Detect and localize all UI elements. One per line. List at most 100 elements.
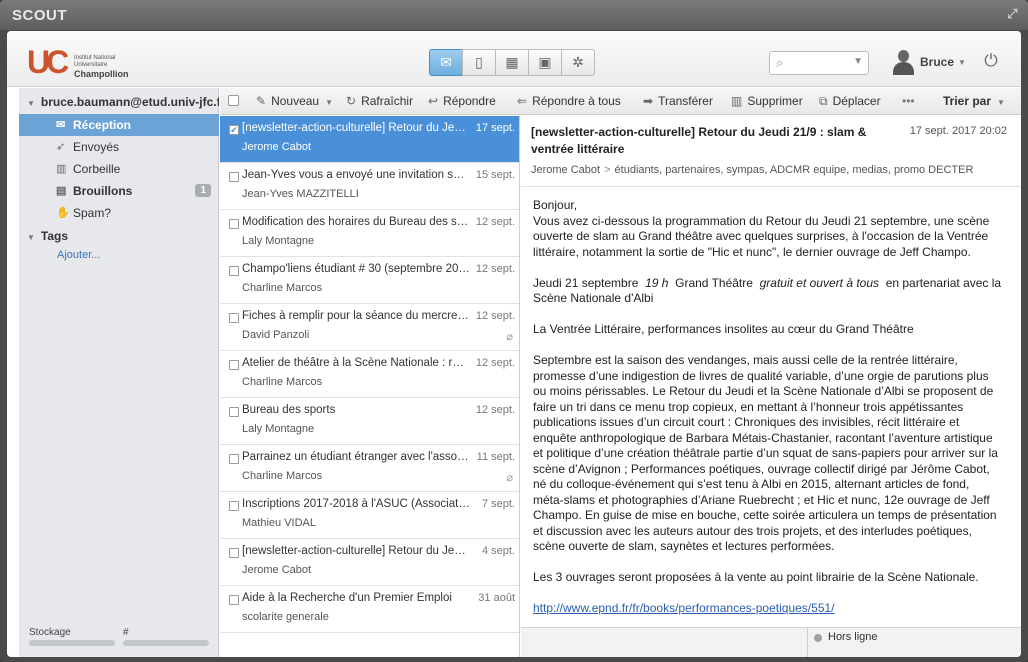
message-date: 12 sept. <box>475 263 515 275</box>
sidebar-item-sent[interactable]: ➶ Envoyés <box>19 136 219 158</box>
account-email: bruce.baumann@etud.univ-jfc.fr <box>40 95 219 109</box>
add-tag-link[interactable]: Ajouter... <box>57 249 100 261</box>
sidebar-item-drafts[interactable]: ▤ Brouillons 1 <box>19 180 219 202</box>
message-sender: Charline Marcos <box>242 282 323 294</box>
message-checkbox[interactable] <box>229 407 239 417</box>
account-header[interactable]: ▼ bruce.baumann@etud.univ-jfc.fr <box>19 92 219 112</box>
body-paragraph: La Ventrée Littéraire, performances inso… <box>533 322 914 336</box>
message-row[interactable]: [newsletter-action-culturelle] Retour du… <box>220 539 519 586</box>
message-subject: Atelier de théâtre à la Scène Nationale … <box>242 357 470 369</box>
expand-icon[interactable]: ⤢ <box>1007 6 1018 22</box>
storage-bar <box>29 640 115 646</box>
sidebar-item-trash[interactable]: ▥ Corbeille <box>19 158 219 180</box>
avatar <box>890 49 916 75</box>
message-checkbox[interactable] <box>229 266 239 276</box>
message-checkbox[interactable]: ✔ <box>229 125 239 135</box>
power-icon[interactable]: ⏻ <box>980 51 1002 73</box>
pencil-icon: ✎ <box>256 94 267 108</box>
message-sender: Laly Montagne <box>242 235 315 247</box>
message-row[interactable]: Champo'liens étudiant # 30 (septembre 20… <box>220 257 519 304</box>
message-checkbox[interactable] <box>229 313 239 323</box>
collapse-triangle-icon[interactable]: ▼ <box>27 99 35 108</box>
message-subject: Aide à la Recherche d'un Premier Emploi <box>242 592 452 604</box>
reply-label: Répondre <box>443 94 496 108</box>
app-switcher: ✉ ▯ ▦ ▣ ✲ <box>429 49 595 76</box>
documents-app-button[interactable]: ▯ <box>462 49 496 76</box>
search-input[interactable]: ⌕ ▼ <box>769 51 869 75</box>
settings-app-button[interactable]: ✲ <box>561 49 595 76</box>
mail-app-button[interactable]: ✉ <box>429 49 463 76</box>
message-row[interactable]: Parrainez un étudiant étranger avec l'as… <box>220 445 519 492</box>
reply-all-button[interactable]: ⇐ Répondre à tous <box>517 94 621 108</box>
more-button[interactable]: ••• <box>902 94 915 108</box>
refresh-label: Rafraîchir <box>361 94 414 108</box>
forward-button[interactable]: ➡ Transférer <box>643 94 713 108</box>
forward-label: Transférer <box>658 94 713 108</box>
message-row[interactable]: Aide à la Recherche d'un Premier Emploi … <box>220 586 519 633</box>
sidebar-item-inbox[interactable]: ✉ Réception <box>19 114 219 136</box>
sender-name[interactable]: Jerome Cabot <box>531 164 600 176</box>
storage-label: Stockage <box>29 627 71 638</box>
reply-all-icon: ⇐ <box>517 94 528 108</box>
move-button[interactable]: ⧉ Déplacer <box>819 94 881 109</box>
sidebar-item-spam[interactable]: ✋ Spam? <box>19 202 219 224</box>
message-row[interactable]: Atelier de théâtre à la Scène Nationale … <box>220 351 519 398</box>
refresh-button[interactable]: ↻ Rafraîchir <box>346 94 413 108</box>
message-checkbox[interactable] <box>229 595 239 605</box>
message-row[interactable]: Modification des horaires du Bureau des … <box>220 210 519 257</box>
sidebar-item-label: Corbeille <box>73 162 121 176</box>
message-sender: scolarite generale <box>242 611 329 623</box>
message-checkbox[interactable] <box>229 172 239 182</box>
message-sender: Mathieu VIDAL <box>242 517 316 529</box>
divider <box>807 628 808 657</box>
message-checkbox[interactable] <box>229 360 239 370</box>
message-subject: Jean-Yves vous a envoyé une invitation s… <box>242 169 470 181</box>
app-frame: UC Institut National Universitaire Champ… <box>7 31 1021 657</box>
contacts-app-button[interactable]: ▣ <box>528 49 562 76</box>
message-row[interactable]: Bureau des sports 12 sept. Laly Montagne <box>220 398 519 445</box>
logo-line3: Champollion <box>74 69 129 79</box>
message-row[interactable]: ✔ [newsletter-action-culturelle] Retour … <box>220 116 519 163</box>
sort-button[interactable]: Trier par ▼ <box>943 94 1005 108</box>
attachment-icon: ⌀ <box>506 472 513 484</box>
recipients: étudiants, partenaires, sympas, ADCMR eq… <box>614 164 974 176</box>
message-list: ✔ [newsletter-action-culturelle] Retour … <box>220 116 520 657</box>
logo-mark: UC <box>27 44 69 80</box>
message-date: 15 sept. <box>475 169 515 181</box>
message-meta: Jerome Cabot > étudiants, partenaires, sym… <box>531 164 973 176</box>
reply-button[interactable]: ↩ Répondre <box>428 94 496 108</box>
message-row[interactable]: Fiches à remplir pour la séance du mercr… <box>220 304 519 351</box>
message-subject: Parrainez un étudiant étranger avec l'as… <box>242 451 470 463</box>
message-row[interactable]: Inscriptions 2017-2018 à l'ASUC (Associa… <box>220 492 519 539</box>
message-checkbox[interactable] <box>229 548 239 558</box>
window-title: SCOUT <box>12 7 67 24</box>
caret-down-icon[interactable]: ▼ <box>325 98 333 107</box>
sidebar-item-label: Spam? <box>73 206 112 220</box>
message-subject: Modification des horaires du Bureau des … <box>242 216 470 228</box>
message-checkbox[interactable] <box>229 501 239 511</box>
collapse-triangle-icon[interactable]: ▼ <box>27 233 35 242</box>
caret-down-icon: ▼ <box>958 57 966 67</box>
drafts-icon: ▤ <box>56 185 67 197</box>
new-button[interactable]: ✎ Nouveau ▼ <box>256 94 333 108</box>
message-row[interactable]: Jean-Yves vous a envoyé une invitation s… <box>220 163 519 210</box>
message-checkbox[interactable] <box>229 454 239 464</box>
status-text: Hors ligne <box>828 631 878 643</box>
delete-label: Supprimer <box>747 94 803 108</box>
trash-icon: ▥ <box>731 94 743 108</box>
message-sender: David Panzoli <box>242 329 310 341</box>
new-label: Nouveau <box>271 94 320 108</box>
select-all-checkbox[interactable] <box>228 95 239 106</box>
move-label: Déplacer <box>832 94 881 108</box>
chevron-down-icon[interactable]: ▼ <box>853 56 863 67</box>
body-link[interactable]: http://www.epnd.fr/fr/books/performances… <box>533 601 835 615</box>
delete-button[interactable]: ▥ Supprimer <box>731 94 803 108</box>
user-menu[interactable]: Bruce ▼ <box>890 49 966 75</box>
calendar-app-button[interactable]: ▦ <box>495 49 529 76</box>
message-sender: Jean-Yves MAZZITELLI <box>242 188 359 200</box>
message-sender: Jerome Cabot <box>242 564 312 576</box>
message-checkbox[interactable] <box>229 219 239 229</box>
message-reader: [newsletter-action-culturelle] Retour du… <box>521 116 1021 627</box>
message-date: 4 sept. <box>481 545 515 557</box>
tags-header[interactable]: ▼ Tags <box>19 226 219 246</box>
